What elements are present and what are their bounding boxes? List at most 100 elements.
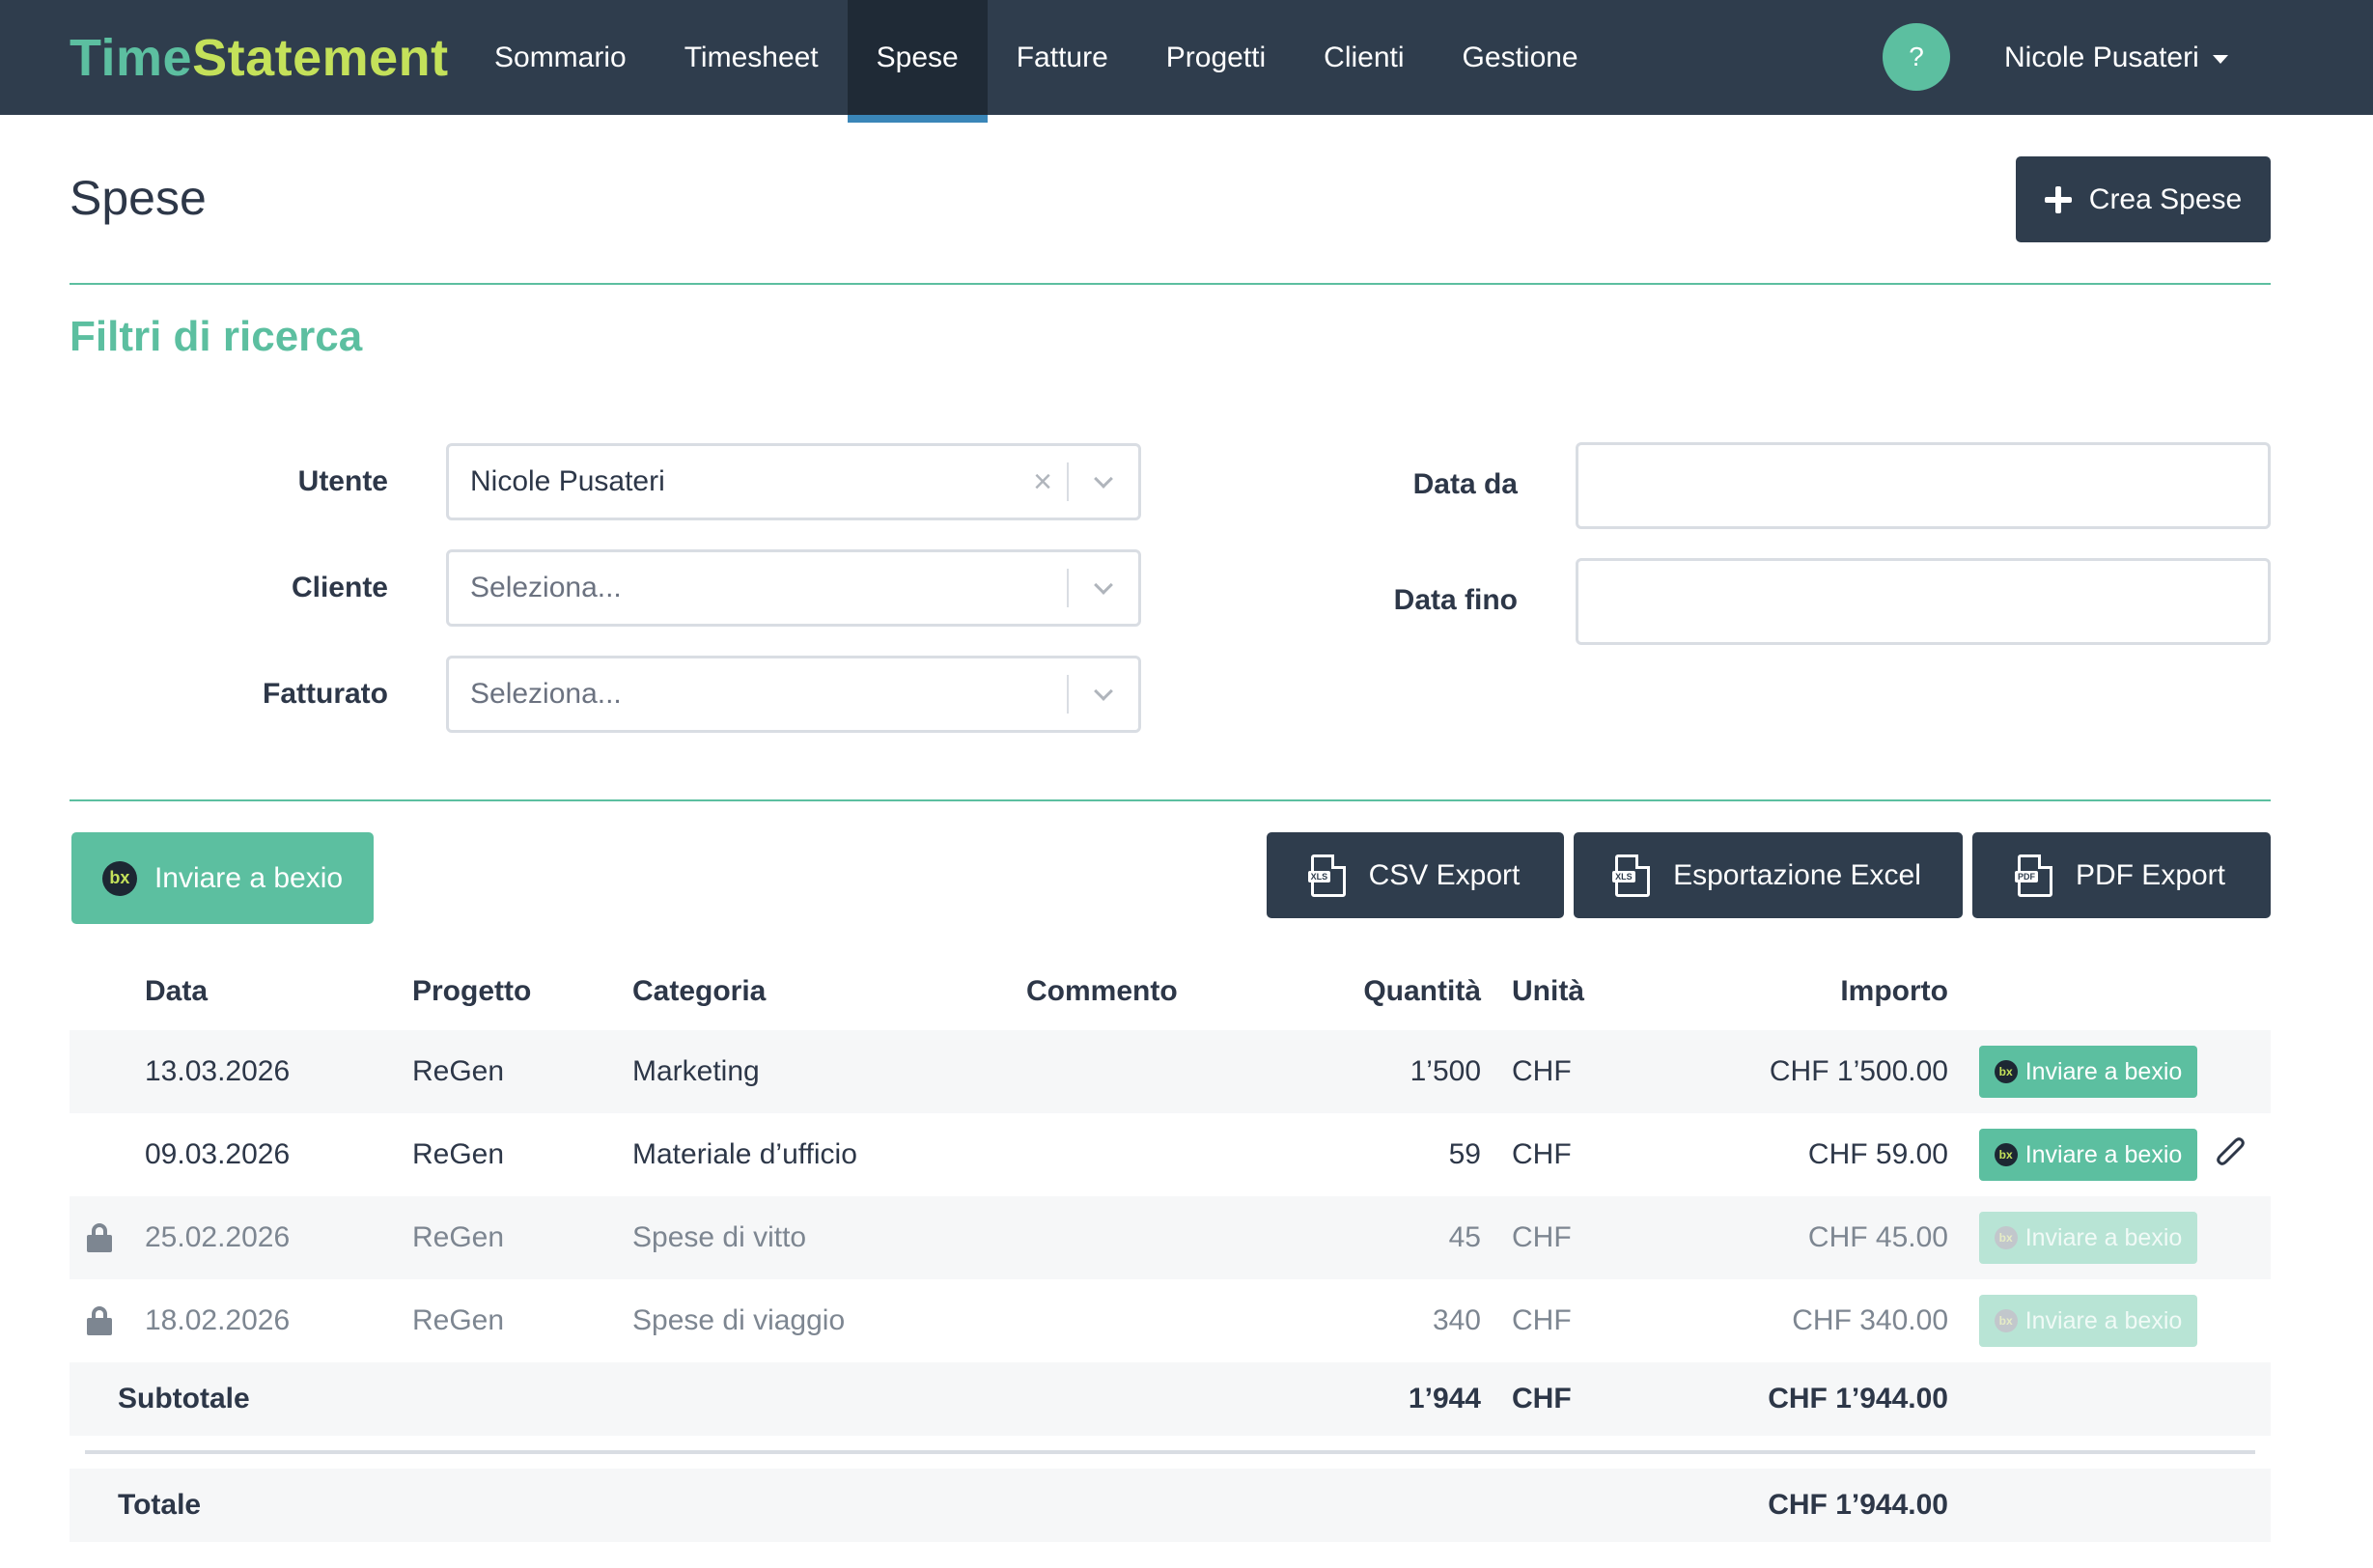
xls-file-icon: XLS <box>1307 854 1346 897</box>
nav-gestione[interactable]: Gestione <box>1434 0 1607 115</box>
column-header-importo[interactable]: Importo <box>1641 975 1948 1008</box>
cell-categoria: Materiale d’ufficio <box>632 1138 857 1170</box>
row-bexio-label: Inviare a bexio <box>2024 1223 2183 1251</box>
create-expense-button[interactable]: Crea Spese <box>2016 156 2271 242</box>
logo-text-statement: Statement <box>192 29 449 87</box>
cell-data: 25.02.2026 <box>145 1221 291 1253</box>
cell-unita: CHF <box>1512 1138 1572 1170</box>
paperclip-icon[interactable] <box>2215 1134 2247 1173</box>
header-divider <box>70 283 2271 285</box>
data-fino-label: Data fino <box>1393 584 1518 616</box>
total-label: Totale <box>118 1489 202 1521</box>
cell-quantita: 59 <box>1448 1138 1481 1170</box>
cell-progetto: ReGen <box>412 1221 505 1253</box>
app-logo[interactable]: TimeStatement <box>70 27 449 89</box>
dropdown-toggle[interactable] <box>1069 682 1138 701</box>
file-type-tag: PDF <box>2014 870 2038 882</box>
nav-clienti[interactable]: Clienti <box>1295 0 1433 115</box>
excel-export-button[interactable]: XLS Esportazione Excel <box>1574 832 1963 918</box>
cell-categoria: Marketing <box>632 1055 760 1087</box>
lock-icon <box>85 1306 114 1335</box>
bexio-icon: bx <box>1994 1060 2018 1083</box>
cell-importo: CHF 340.00 <box>1792 1304 1948 1336</box>
lock-icon <box>85 1223 114 1252</box>
chevron-down-icon <box>1094 469 1113 489</box>
create-expense-label: Crea Spese <box>2088 182 2243 215</box>
cell-progetto: ReGen <box>412 1138 505 1170</box>
column-header-categoria[interactable]: Categoria <box>632 975 766 1008</box>
column-header-quantita[interactable]: Quantità <box>1332 975 1481 1008</box>
pdf-export-button[interactable]: PDF PDF Export <box>1972 832 2271 918</box>
caret-down-icon <box>2212 55 2228 64</box>
send-to-bexio-button[interactable]: bx Inviare a bexio <box>71 832 374 924</box>
cell-importo: CHF 45.00 <box>1807 1221 1948 1253</box>
utente-select-value: Nicole Pusateri <box>470 465 665 497</box>
table-row[interactable]: 09.03.2026 ReGen Materiale d’ufficio 59 … <box>70 1113 2271 1196</box>
cell-quantita: 45 <box>1448 1221 1481 1253</box>
cell-data: 09.03.2026 <box>145 1138 291 1170</box>
csv-export-button[interactable]: XLS CSV Export <box>1267 832 1564 918</box>
column-header-progetto[interactable]: Progetto <box>412 975 531 1008</box>
nav-spese[interactable]: Spese <box>847 0 988 123</box>
nav-sommario[interactable]: Sommario <box>465 0 656 115</box>
fatturato-label: Fatturato <box>263 678 388 710</box>
user-name: Nicole Pusateri <box>2004 41 2199 73</box>
row-bexio-label: Inviare a bexio <box>2024 1057 2183 1085</box>
utente-select[interactable]: Nicole Pusateri × <box>446 443 1141 520</box>
table-row[interactable]: 18.02.2026 ReGen Spese di viaggio 340 CH… <box>70 1279 2271 1362</box>
row-send-to-bexio-button-disabled: bx Inviare a bexio <box>1979 1212 2197 1264</box>
subtotal-importo: CHF 1’944.00 <box>1768 1383 1948 1414</box>
csv-export-label: CSV Export <box>1368 858 1521 891</box>
data-da-input[interactable] <box>1576 442 2271 529</box>
bexio-icon: bx <box>1994 1309 2018 1332</box>
bexio-icon: bx <box>101 860 137 896</box>
file-type-tag: XLS <box>1307 870 1331 882</box>
table-row[interactable]: 25.02.2026 ReGen Spese di vitto 45 CHF C… <box>70 1196 2271 1279</box>
cell-unita: CHF <box>1512 1055 1572 1087</box>
filters-title: Filtri di ricerca <box>70 313 363 360</box>
cell-importo: CHF 1’500.00 <box>1769 1055 1948 1087</box>
file-type-tag: XLS <box>1612 870 1635 882</box>
help-button[interactable]: ? <box>1883 23 1950 91</box>
send-to-bexio-label: Inviare a bexio <box>154 861 344 894</box>
bexio-icon: bx <box>1994 1143 2018 1166</box>
nav-progetti[interactable]: Progetti <box>1137 0 1295 115</box>
logo-text-time: Time <box>70 29 193 87</box>
filters-divider <box>70 799 2271 801</box>
cliente-select[interactable]: Seleziona... <box>446 549 1141 627</box>
nav-timesheet[interactable]: Timesheet <box>656 0 848 115</box>
clear-icon[interactable]: × <box>1019 463 1067 501</box>
subtotal-unita: CHF <box>1512 1383 1572 1414</box>
cell-unita: CHF <box>1512 1221 1572 1253</box>
chevron-down-icon <box>1094 682 1113 701</box>
nav-fatture[interactable]: Fatture <box>988 0 1137 115</box>
total-importo: CHF 1’944.00 <box>1768 1489 1948 1521</box>
chevron-down-icon <box>1094 575 1113 595</box>
plus-icon <box>2044 185 2072 213</box>
excel-export-label: Esportazione Excel <box>1673 858 1921 891</box>
cell-quantita: 1’500 <box>1410 1055 1481 1087</box>
total-separator <box>85 1450 2255 1454</box>
column-header-unita[interactable]: Unità <box>1512 975 1584 1008</box>
fatturato-select-placeholder: Seleziona... <box>470 678 622 710</box>
cell-data: 18.02.2026 <box>145 1304 291 1336</box>
row-bexio-label: Inviare a bexio <box>2024 1140 2183 1168</box>
user-menu[interactable]: Nicole Pusateri <box>2004 0 2228 115</box>
main-nav: Sommario Timesheet Spese Fatture Progett… <box>465 0 1607 123</box>
cliente-label: Cliente <box>291 572 388 603</box>
dropdown-toggle[interactable] <box>1069 575 1138 595</box>
data-da-label: Data da <box>1412 468 1518 500</box>
column-header-commento[interactable]: Commento <box>1026 975 1178 1008</box>
column-header-data[interactable]: Data <box>145 975 208 1008</box>
cell-data: 13.03.2026 <box>145 1055 291 1087</box>
row-send-to-bexio-button[interactable]: bx Inviare a bexio <box>1979 1129 2197 1181</box>
row-send-to-bexio-button[interactable]: bx Inviare a bexio <box>1979 1046 2197 1098</box>
subtotal-row: Subtotale 1’944 CHF CHF 1’944.00 <box>70 1362 2271 1436</box>
table-row[interactable]: 13.03.2026 ReGen Marketing 1’500 CHF CHF… <box>70 1030 2271 1113</box>
dropdown-toggle[interactable] <box>1069 469 1138 489</box>
subtotal-label: Subtotale <box>118 1383 250 1414</box>
pdf-file-icon: PDF <box>2014 854 2052 897</box>
fatturato-select[interactable]: Seleziona... <box>446 656 1141 733</box>
total-row: Totale CHF 1’944.00 <box>70 1469 2271 1542</box>
data-fino-input[interactable] <box>1576 558 2271 645</box>
